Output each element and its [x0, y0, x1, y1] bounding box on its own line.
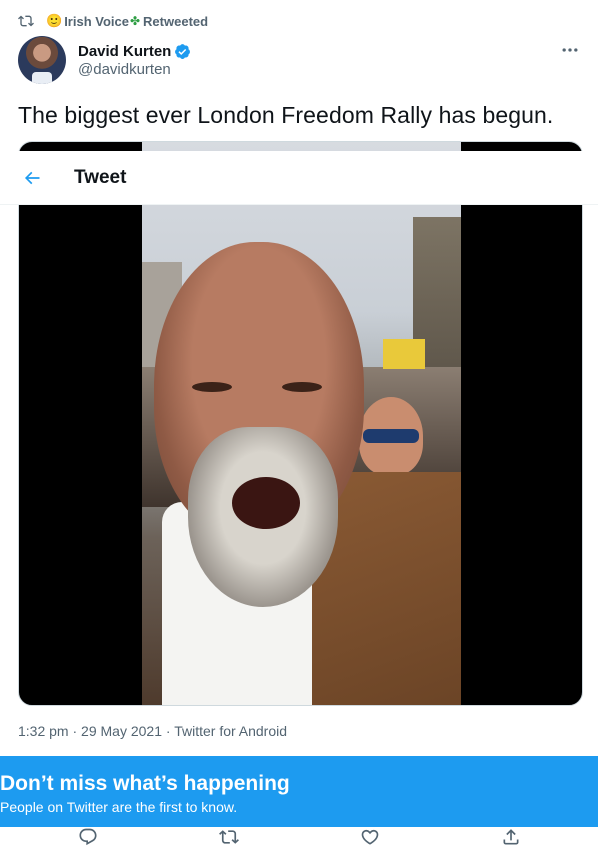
- back-arrow-icon[interactable]: [22, 168, 42, 188]
- tweet-source[interactable]: Twitter for Android: [174, 723, 287, 739]
- shamrock-emoji-icon: ✤: [129, 14, 141, 28]
- tweet-text: The biggest ever London Freedom Rally ha…: [18, 102, 554, 128]
- smiley-emoji-icon: 🙂: [46, 13, 63, 28]
- share-icon[interactable]: [501, 827, 521, 847]
- meta-separator: ·: [162, 723, 175, 739]
- tweet-actions: [0, 827, 598, 859]
- author-display-name[interactable]: David Kurten: [78, 43, 171, 60]
- sunglasses: [363, 429, 419, 443]
- reply-icon[interactable]: [78, 827, 98, 847]
- meta-separator: ·: [68, 723, 82, 739]
- more-icon[interactable]: [560, 40, 580, 60]
- tweet-header-bar: Tweet: [0, 151, 598, 205]
- retweet-context[interactable]: 🙂 Irish Voice ✤ Retweeted: [18, 11, 208, 31]
- author-names: David Kurten @davidkurten: [78, 43, 191, 78]
- avatar[interactable]: [18, 36, 66, 84]
- tweet-author[interactable]: David Kurten @davidkurten: [18, 36, 191, 84]
- retweet-action-icon[interactable]: [219, 827, 239, 847]
- author-handle[interactable]: @davidkurten: [78, 61, 191, 78]
- like-icon[interactable]: [360, 827, 380, 847]
- protest-sign: [383, 339, 425, 369]
- tweet-date[interactable]: 29 May 2021: [81, 723, 162, 739]
- speaker-mouth: [232, 477, 300, 529]
- tweet-media-video[interactable]: [18, 141, 583, 706]
- tweet-meta: 1:32 pm · 29 May 2021 · Twitter for Andr…: [18, 723, 287, 739]
- retweeted-label: Retweeted: [143, 13, 209, 29]
- author-display-name-row[interactable]: David Kurten: [78, 43, 191, 60]
- retweeter-name[interactable]: Irish Voice: [64, 14, 129, 29]
- signup-banner: Don’t miss what’s happening People on Tw…: [0, 756, 598, 827]
- verified-badge-icon: [175, 43, 191, 59]
- video-frame: [142, 142, 461, 705]
- retweet-icon: [18, 15, 34, 27]
- speaker-eyes: [192, 382, 322, 396]
- banner-subtitle: People on Twitter are the first to know.: [0, 799, 238, 815]
- tweet-time[interactable]: 1:32 pm: [18, 723, 69, 739]
- page-title: Tweet: [74, 166, 127, 188]
- banner-title: Don’t miss what’s happening: [0, 772, 290, 795]
